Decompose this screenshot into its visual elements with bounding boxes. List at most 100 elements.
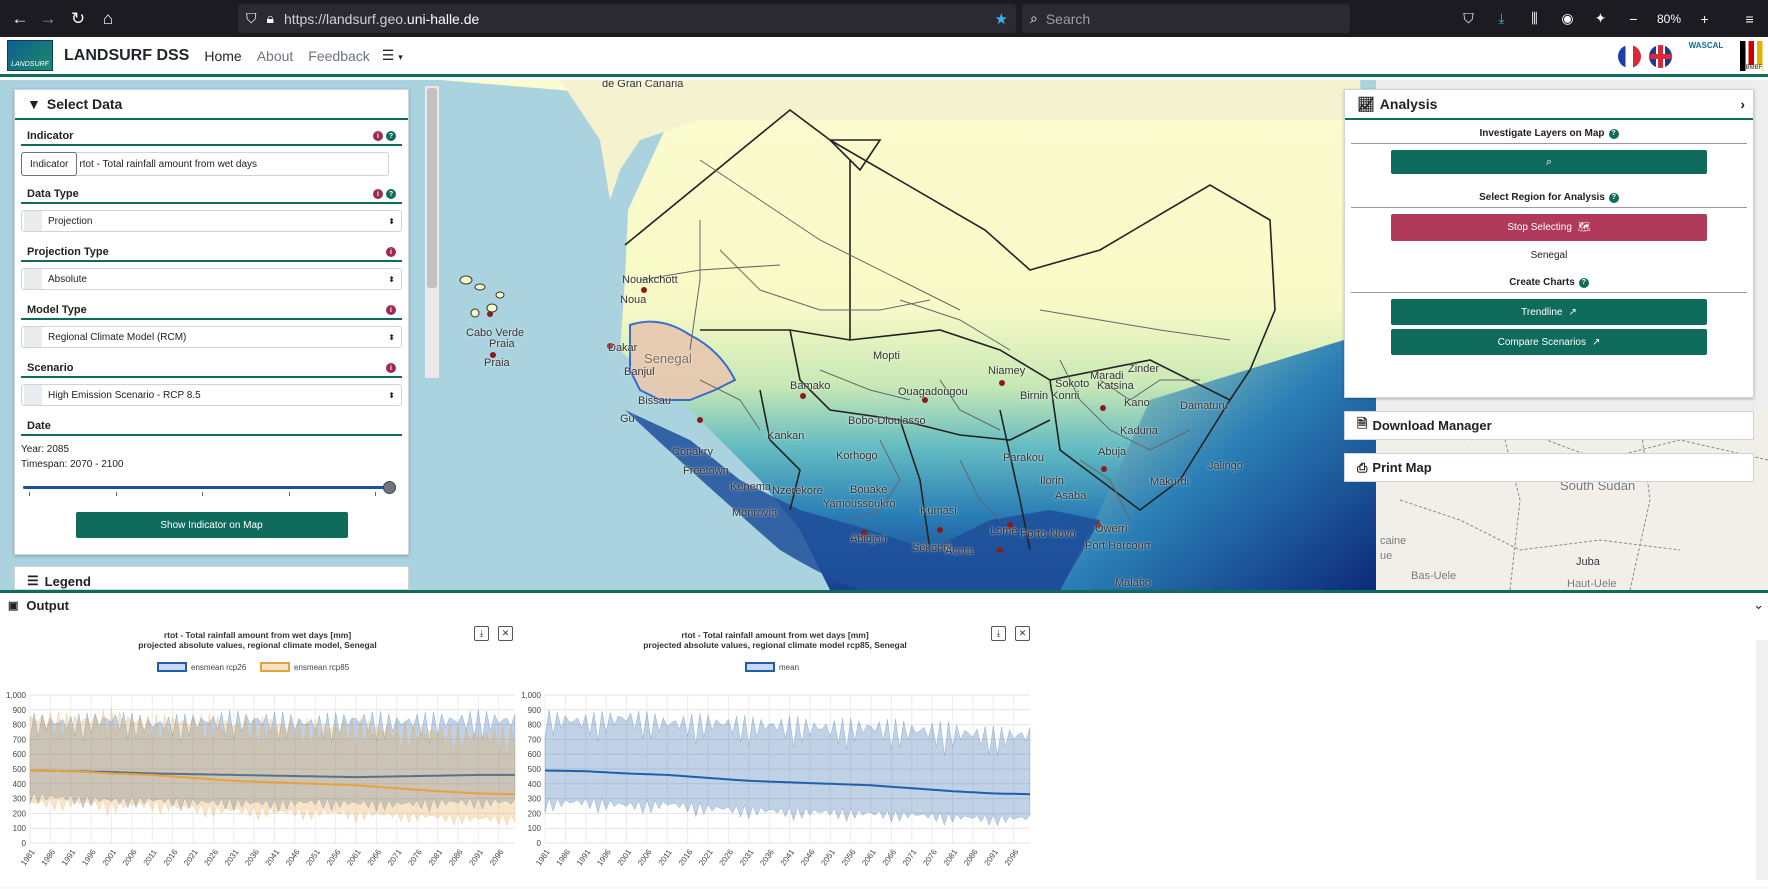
chart-line-icon: ↗ — [1568, 306, 1577, 318]
x-tick-label: 2031 — [738, 847, 756, 867]
help-icon[interactable]: ? — [1578, 277, 1589, 288]
model-type-select[interactable]: Regional Climate Model (RCM) ⬍ — [21, 326, 402, 348]
library-icon[interactable]: ⫼ — [1521, 5, 1548, 32]
scenario-value: High Emission Scenario - RCP 8.5 — [48, 389, 201, 401]
address-bar[interactable]: ⛉ 🔒︎ https://landsurf.geo.uni-halle.de ★ — [238, 4, 1016, 33]
sort-caret-icon: ⬍ — [388, 332, 395, 342]
download-manager-panel[interactable]: 🗎 Download Manager — [1344, 411, 1754, 440]
forward-icon[interactable]: → — [33, 4, 63, 34]
chevron-right-icon[interactable]: › — [1740, 96, 1745, 112]
menu-icon[interactable]: ≡ — [1736, 5, 1763, 32]
output-header[interactable]: ▣ Output ⌄ — [0, 593, 1768, 617]
account-icon[interactable]: ◉ — [1554, 5, 1581, 32]
pocket-icon[interactable]: ⛉ — [1455, 5, 1482, 32]
downloads-icon[interactable]: ⤓ — [1488, 5, 1515, 32]
chevron-down-icon[interactable]: ⌄ — [1753, 597, 1764, 613]
select-data-header[interactable]: ▼ Select Data — [15, 90, 408, 120]
search-input[interactable]: ⌕ Search — [1022, 4, 1350, 33]
chart2-download-icon[interactable]: ⤓ — [991, 626, 1006, 641]
y-tick-label: 600 — [528, 750, 542, 759]
slider-track[interactable] — [23, 486, 392, 489]
chart1-legend-rcp26[interactable]: ensmean rcp26 — [157, 662, 246, 672]
map-label-bas-uele: Bas-Uele — [1411, 570, 1457, 582]
bookmark-star-icon[interactable]: ★ — [995, 10, 1008, 28]
reload-icon[interactable]: ↻ — [63, 4, 93, 34]
x-tick-label: 1986 — [40, 847, 58, 867]
trendline-button[interactable]: Trendline ↗ — [1391, 299, 1707, 325]
hamburger-icon: ☰ — [381, 47, 395, 63]
chart1-close-icon[interactable]: ✕ — [498, 626, 513, 641]
stop-selecting-button[interactable]: Stop Selecting 🗺︎ — [1391, 214, 1707, 241]
y-tick-label: 500 — [528, 765, 542, 774]
landsurf-logo[interactable]: LANDSURF — [7, 40, 53, 71]
nav-feedback[interactable]: Feedback — [308, 48, 369, 64]
map-label-monrovia: Monrovia — [732, 507, 778, 519]
chart1-legend-rcp85[interactable]: ensmean rcp85 — [260, 662, 349, 672]
x-tick-label: 2031 — [223, 847, 241, 867]
scenario-select[interactable]: High Emission Scenario - RCP 8.5 ⬍ — [21, 384, 402, 406]
investigate-search-button[interactable]: ⌕ — [1391, 150, 1707, 174]
nav-about[interactable]: About — [257, 48, 294, 64]
indicator-button[interactable]: Indicator — [21, 152, 78, 176]
date-label-row: Date — [21, 418, 402, 436]
map-label-bouake: Bouake — [850, 484, 888, 496]
english-flag-icon[interactable] — [1649, 44, 1672, 68]
extensions-icon[interactable]: ✦ — [1587, 5, 1614, 32]
help-icon[interactable]: ? — [1608, 128, 1619, 139]
map-label-praia: Praia — [489, 338, 515, 350]
info-icon[interactable]: i — [373, 131, 383, 141]
zoom-out-icon[interactable]: − — [1620, 5, 1647, 32]
back-icon[interactable]: ← — [5, 4, 35, 34]
browser-toolbar: ← → ↻ ⌂ ⛉ 🔒︎ https://landsurf.geo.uni-ha… — [0, 0, 1768, 37]
caret-down-icon: ▾ — [398, 52, 403, 62]
map-label-damaturu: Damaturu — [1180, 400, 1229, 412]
sort-caret-icon: ⬍ — [388, 274, 395, 284]
x-tick-label: 2061 — [345, 847, 363, 867]
nav-menu-dropdown[interactable]: ☰ ▾ — [382, 47, 403, 64]
data-type-select[interactable]: Projection ⬍ — [21, 210, 402, 232]
investigate-layers-label: Investigate Layers on Map? — [1351, 124, 1747, 144]
search-placeholder: Search — [1045, 10, 1091, 27]
list-icon: ☰ — [27, 573, 39, 588]
map-label-birnin-konni: Birnin Konni — [1020, 390, 1080, 402]
chart2-close-icon[interactable]: ✕ — [1015, 626, 1030, 641]
slider-thumb[interactable] — [383, 481, 396, 494]
map-label-nzerekore: Nzerekore — [772, 485, 823, 497]
date-slider[interactable] — [23, 480, 396, 496]
x-tick-label: 2071 — [901, 847, 919, 867]
sort-caret-icon: ⬍ — [388, 216, 395, 226]
chart2-legend-mean[interactable]: mean — [745, 662, 799, 672]
french-flag-icon[interactable] — [1618, 44, 1641, 68]
zoom-level[interactable]: 80% — [1653, 12, 1685, 26]
home-icon[interactable]: ⌂ — [93, 4, 123, 34]
print-map-panel[interactable]: ⎙ Print Map — [1344, 453, 1754, 482]
info-icon[interactable]: i — [386, 305, 396, 315]
projection-type-select[interactable]: Absolute ⬍ — [21, 268, 402, 290]
map-label-malabo: Malabo — [1115, 577, 1152, 589]
scrollbar-thumb[interactable] — [427, 88, 437, 288]
select-swatch — [24, 385, 42, 405]
help-icon[interactable]: ? — [1608, 192, 1619, 203]
selected-region: Senegal — [1530, 250, 1568, 261]
nav-home[interactable]: Home — [204, 48, 241, 64]
info-icon[interactable]: i — [386, 363, 396, 373]
download-manager-title: Download Manager — [1372, 418, 1492, 433]
brand-title[interactable]: LANDSURF DSS — [64, 47, 189, 65]
zoom-in-icon[interactable]: + — [1691, 5, 1718, 32]
indicator-value[interactable]: rtot - Total rainfall amount from wet da… — [79, 159, 257, 170]
map-label-banjul: Banjul — [624, 366, 655, 378]
info-icon[interactable]: i — [386, 247, 396, 257]
map-label-bamako: Bamako — [790, 380, 831, 392]
compare-scenarios-button[interactable]: Compare Scenarios ↗ — [1391, 329, 1707, 355]
map-panel-scrollbar[interactable] — [425, 86, 439, 378]
help-icon[interactable]: ? — [386, 131, 396, 141]
x-tick-label: 2026 — [718, 847, 736, 867]
legend-panel[interactable]: ☰ Legend — [14, 566, 409, 590]
map-label-bobo-dioulasso: Bobo-Dioulasso — [848, 415, 926, 427]
info-icon[interactable]: i — [373, 189, 383, 199]
output-scrollbar[interactable] — [1756, 640, 1768, 880]
show-indicator-button[interactable]: Show Indicator on Map — [75, 512, 348, 538]
help-icon[interactable]: ? — [386, 189, 396, 199]
analysis-header[interactable]: 📈︎ Analysis › — [1345, 90, 1753, 120]
chart1-download-icon[interactable]: ⤓ — [474, 626, 489, 641]
